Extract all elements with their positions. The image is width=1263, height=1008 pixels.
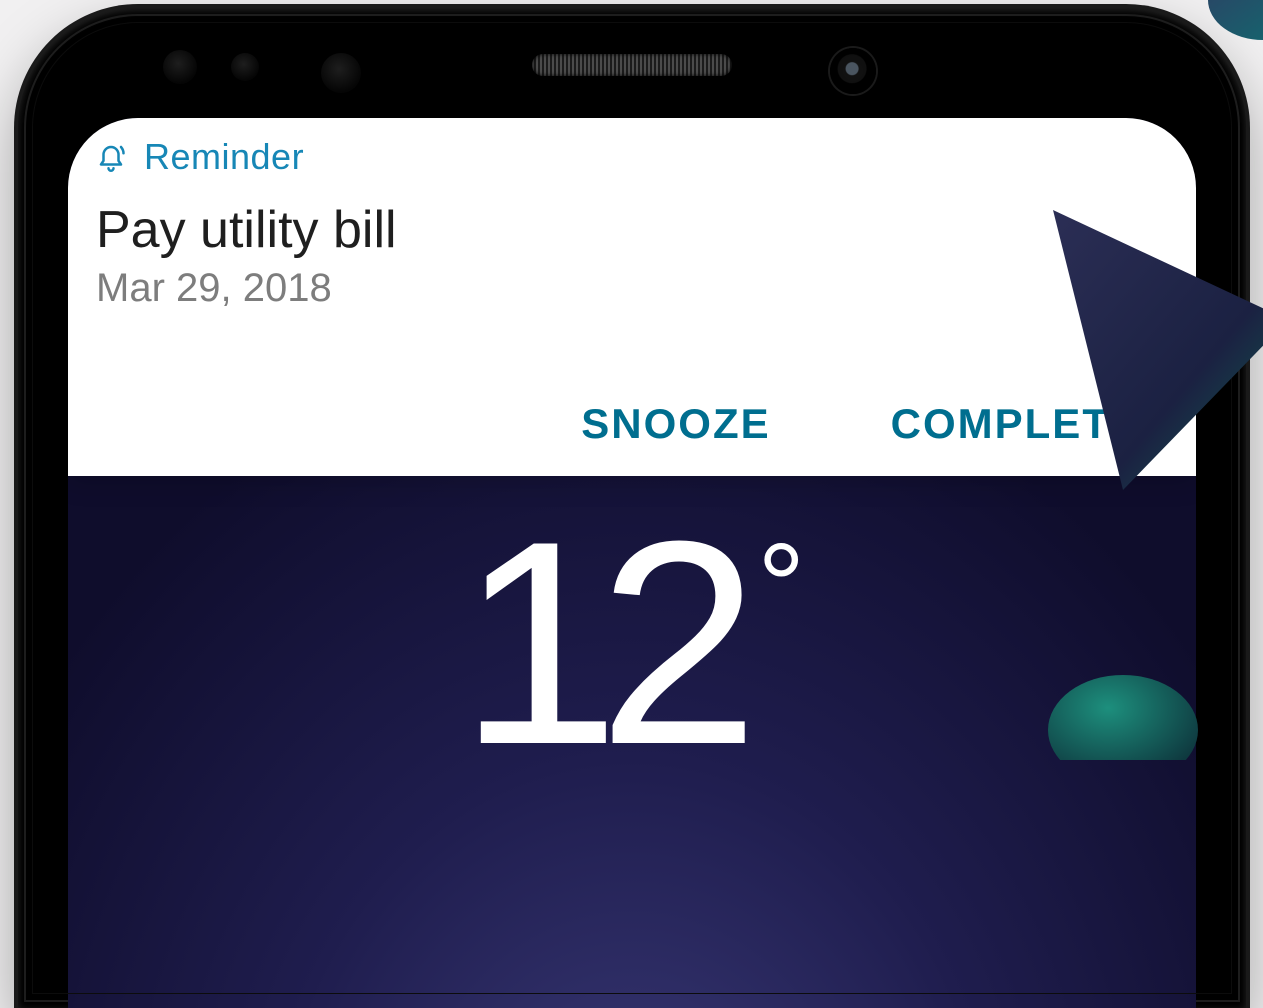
front-camera — [830, 48, 876, 94]
earpiece-speaker — [532, 54, 732, 76]
proximity-sensor — [231, 53, 259, 81]
iris-sensor — [163, 50, 197, 84]
notification-header: Reminder — [68, 118, 1196, 178]
temperature-unit: ° — [757, 519, 805, 653]
bell-icon — [96, 140, 126, 174]
snooze-button[interactable]: SNOOZE — [581, 400, 770, 448]
phone-frame: Reminder Pay utility bill Mar 29, 2018 S… — [18, 8, 1246, 1008]
decor-cone-mid — [1013, 200, 1263, 500]
temperature-value: 12 — [459, 481, 738, 805]
ambient-sensor — [321, 53, 361, 93]
lockscreen-temperature: 12° — [459, 498, 806, 788]
decor-cone-top — [1203, 0, 1263, 60]
decor-cone-bottom — [1043, 640, 1203, 760]
notification-app-label: Reminder — [144, 136, 304, 178]
